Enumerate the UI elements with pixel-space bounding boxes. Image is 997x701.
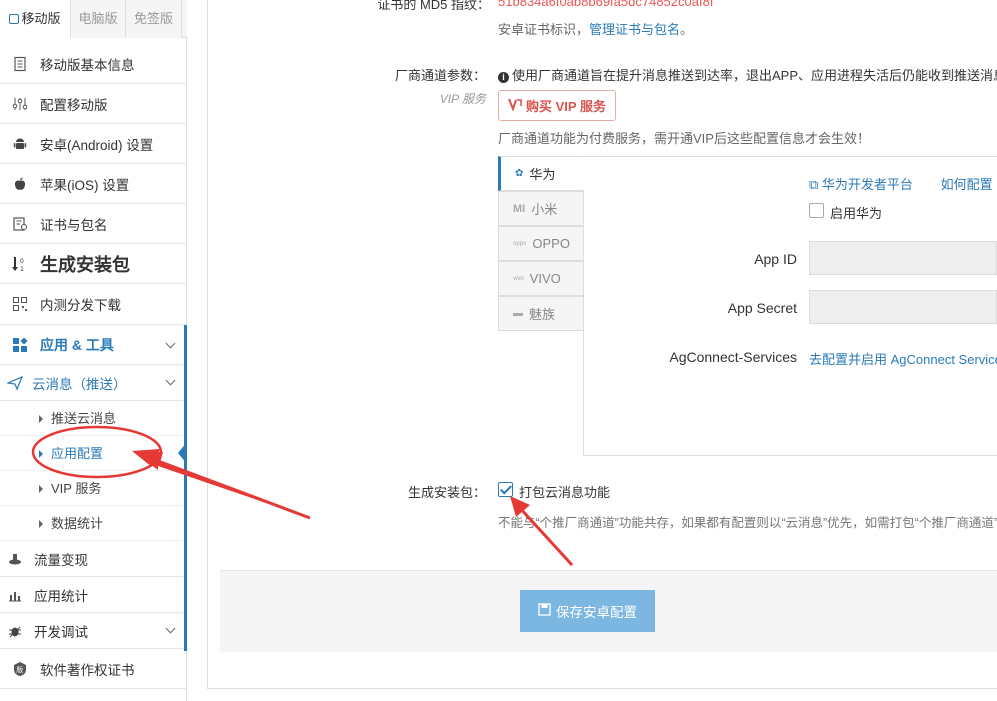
tab-no-sign[interactable]: 免签版 (126, 0, 182, 38)
sidebar-item-cloud-message[interactable]: 云消息（推送） (0, 365, 186, 401)
tab-desktop[interactable]: 电脑版 (71, 0, 126, 38)
app-secret-label: App Secret (727, 300, 797, 316)
bar-chart-icon (4, 586, 26, 604)
sidebar-item-basic-info[interactable]: 移动版基本信息 (0, 44, 186, 84)
tab-xiaomi[interactable]: MI 小米 (498, 191, 584, 226)
sidebar-subitem-app-config[interactable]: 应用配置 (0, 436, 186, 471)
sidebar-item-build[interactable]: 01 生成安装包 (0, 244, 186, 284)
xiaomi-icon: MI (513, 202, 526, 215)
seal-icon: 版 (9, 660, 31, 678)
sidebar-item-distribution[interactable]: 内测分发下载 (0, 284, 186, 325)
huawei-dev-link[interactable]: ⧉ 华为开发者平台 (809, 177, 913, 192)
sidebar: 移动版 电脑版 免签版 移动版基本信息 配置移动版 安卓(Android) 设置… (0, 0, 187, 701)
svg-text:版: 版 (16, 665, 23, 674)
huawei-icon: ✿ (515, 168, 524, 179)
vivo-icon: vivo (513, 275, 524, 282)
document-icon (9, 55, 31, 73)
chevron-down-icon (165, 338, 176, 349)
sort-down-icon: 01 (9, 255, 31, 273)
agconnect-label: AgConnect-Services (669, 349, 797, 365)
sidebar-subitem-push[interactable]: 推送云消息 (0, 401, 186, 436)
manage-cert-link[interactable]: 管理证书与包名 (589, 22, 680, 37)
sidebar-item-ios[interactable]: 苹果(iOS) 设置 (0, 164, 186, 204)
info-icon: i (498, 72, 509, 83)
caret-right-icon (39, 450, 43, 458)
pack-cloud-message-checkbox[interactable] (498, 482, 513, 497)
sidebar-item-apps-tools[interactable]: 应用 & 工具 (0, 325, 186, 365)
sidebar-item-app-stats[interactable]: 应用统计 (0, 577, 186, 613)
oppo-icon: oppo (513, 240, 527, 247)
content-border (207, 0, 208, 689)
sidebar-subitem-stats[interactable]: 数据统计 (0, 506, 186, 541)
howto-link[interactable]: 如何配置 (941, 177, 993, 192)
build-note: 不能与“个推厂商通道”功能共存，如果都有配置则以“云消息”优先，如需打包“个推厂… (498, 516, 997, 530)
huawei-links: ⧉ 华为开发者平台 如何配置 (809, 174, 993, 193)
sidebar-item-copyright[interactable]: 版 软件著作权证书 (0, 649, 186, 689)
sidebar-item-debug[interactable]: 开发调试 (0, 613, 186, 649)
mobile-icon (9, 14, 20, 24)
vip-note: 厂商通道功能为付费服务，需开通VIP后这些配置信息才会生效！ (498, 131, 870, 146)
svg-text:0: 0 (20, 258, 24, 265)
save-android-config-button[interactable]: 保存安卓配置 (520, 590, 655, 632)
tab-oppo[interactable]: oppo OPPO (498, 226, 584, 261)
bug-icon (4, 622, 26, 640)
platform-tabs: 移动版 电脑版 免签版 (0, 0, 187, 38)
android-icon (9, 135, 31, 153)
sidebar-item-monetize[interactable]: 流量变现 (0, 541, 186, 577)
app-id-label: App ID (754, 251, 797, 267)
certificate-icon (9, 215, 31, 233)
pack-cloud-message-label: 打包云消息功能 (519, 485, 611, 500)
external-link-icon: ⧉ (809, 177, 819, 192)
caret-right-icon (39, 520, 43, 528)
sidebar-item-android[interactable]: 安卓(Android) 设置 (0, 124, 186, 164)
tab-mobile[interactable]: 移动版 (0, 0, 71, 38)
chevron-down-icon (165, 623, 176, 634)
active-indicator (178, 442, 187, 464)
md5-hint: 安卓证书标识，管理证书与包名。 (498, 22, 694, 37)
md5-value: 51b834a6f0ab8b69fa5dc74852c0af8f (498, 0, 714, 9)
coins-icon (4, 550, 26, 568)
caret-right-icon (39, 415, 43, 423)
agconnect-link[interactable]: 去配置并启用 AgConnect Services (809, 349, 997, 368)
enable-huawei-checkbox[interactable] (809, 203, 824, 218)
buy-vip-button[interactable]: 购买 VIP 服务 (498, 90, 616, 121)
paper-plane-icon (4, 374, 26, 392)
save-icon (538, 603, 551, 619)
tab-vivo[interactable]: vivo VIVO (498, 261, 584, 296)
vip-icon (508, 97, 522, 114)
enable-huawei-label: 启用华为 (830, 206, 883, 221)
sidebar-item-certificate[interactable]: 证书与包名 (0, 204, 186, 244)
svg-text:1: 1 (20, 266, 24, 273)
sidebar-subitem-vip[interactable]: VIP 服务 (0, 471, 186, 506)
tab-huawei[interactable]: ✿ 华为 (498, 156, 584, 191)
sidebar-item-configure[interactable]: 配置移动版 (0, 84, 186, 124)
meizu-icon: ▬ (513, 308, 523, 319)
vendor-sublabel: VIP 服务 (439, 92, 486, 106)
app-id-input[interactable] (809, 241, 997, 275)
build-label: 生成安装包： (407, 485, 486, 500)
md5-label: 证书的 MD5 指纹： (377, 0, 490, 12)
caret-right-icon (39, 485, 43, 493)
app-secret-input[interactable] (809, 290, 997, 324)
qrcode-icon (9, 295, 31, 313)
vendor-label: 厂商通道参数： (394, 68, 486, 83)
apple-icon (9, 175, 31, 193)
content-bottom-border (207, 688, 997, 689)
chevron-down-icon (165, 375, 176, 386)
apps-icon (9, 336, 31, 354)
sliders-icon (9, 95, 31, 113)
vendor-info: i 使用厂商通道旨在提升消息推送到达率，退出APP、应用进程失活后仍能收到推送消息 (498, 65, 997, 84)
tab-meizu[interactable]: ▬ 魅族 (498, 296, 584, 331)
